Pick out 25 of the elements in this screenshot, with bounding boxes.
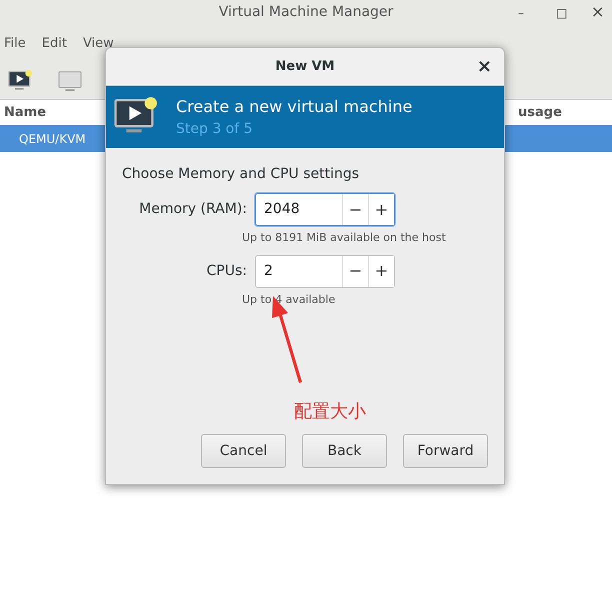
dialog-button[interactable]: Forward (403, 434, 488, 468)
section-heading: Choose Memory and CPU settings (122, 165, 360, 184)
column-header[interactable]: usage (518, 102, 562, 122)
minimize-icon[interactable]: – (518, 4, 524, 22)
banner-title: Create a new virtual machine (176, 96, 412, 118)
menu-item[interactable]: Edit (42, 34, 67, 54)
spin-field[interactable]: 2048 − + (255, 193, 395, 226)
field-label: Memory (RAM): (138, 200, 247, 219)
step-label: Step 3 of 5 (176, 120, 254, 138)
increment-button[interactable]: + (368, 256, 394, 286)
maximize-icon[interactable]: □ (556, 4, 568, 22)
menu-item[interactable]: View (82, 34, 114, 54)
dialog-title: New VM (275, 58, 335, 76)
window-title: Virtual Machine Manager (218, 3, 394, 22)
increment-button[interactable]: + (368, 194, 394, 225)
hint-text: Up to 8191 MiB available on the host (242, 230, 447, 246)
spin-field[interactable]: 2 − + (255, 254, 395, 288)
close-icon[interactable]: × (476, 53, 492, 80)
annotation-text: 配置大小 (293, 400, 367, 424)
menu-item[interactable]: File (4, 34, 26, 54)
column-header[interactable]: Name (4, 102, 46, 122)
close-icon[interactable]: × (591, 0, 604, 24)
dialog-button[interactable]: Cancel (201, 434, 286, 468)
dialog-button[interactable]: Back (302, 434, 387, 468)
field-label: CPUs: (206, 262, 247, 280)
